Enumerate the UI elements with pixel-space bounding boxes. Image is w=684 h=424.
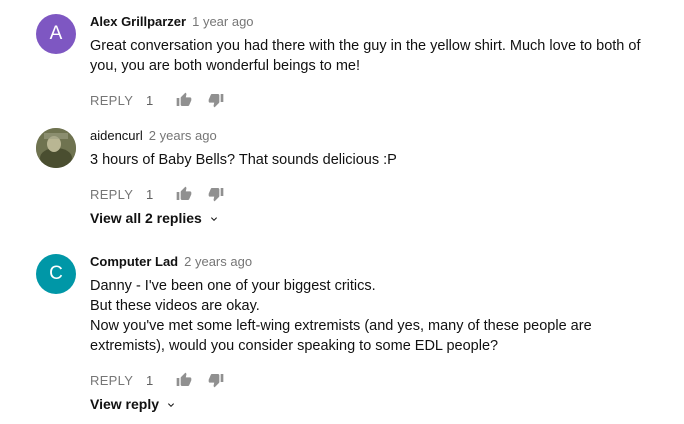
comment-text-line: Great conversation you had there with th…: [90, 38, 641, 54]
comment-text-line: you, you are both wonderful beings to me…: [90, 58, 361, 74]
reply-button[interactable]: REPLY: [90, 373, 146, 388]
thumbs-down-icon[interactable]: [208, 372, 224, 388]
comment-header: aidencurl 2 years ago: [90, 128, 664, 144]
comment-text: Great conversation you had there with th…: [90, 36, 664, 76]
comment-time[interactable]: 2 years ago: [184, 254, 252, 269]
comment-time[interactable]: 2 years ago: [149, 128, 217, 143]
author-name[interactable]: Alex Grillparzer: [90, 14, 186, 29]
avatar-photo-icon: [36, 128, 76, 168]
reply-button[interactable]: REPLY: [90, 93, 146, 108]
comment-time[interactable]: 1 year ago: [192, 14, 253, 29]
comment-text-line: extremists), would you consider speaking…: [90, 338, 499, 354]
comment-header: Alex Grillparzer 1 year ago: [90, 14, 664, 30]
avatar[interactable]: A: [36, 14, 76, 54]
thumbs-down-icon[interactable]: [208, 92, 224, 108]
thumbs-up-icon[interactable]: [176, 186, 192, 202]
thumbs-up-icon[interactable]: [176, 92, 192, 108]
avatar[interactable]: [36, 128, 76, 168]
chevron-down-icon: [208, 212, 220, 224]
avatar-letter: A: [49, 23, 63, 44]
author-name[interactable]: aidencurl: [90, 128, 143, 143]
comment-actions: REPLY 1: [90, 184, 664, 204]
view-all-replies-link[interactable]: View all 2 replies: [90, 210, 220, 226]
like-count: 1: [146, 372, 154, 388]
comment: aidencurl 2 years ago 3 hours of Baby Bel…: [0, 124, 684, 204]
view-reply-link[interactable]: View reply: [90, 396, 177, 412]
comment: C Computer Lad 2 years ago Danny - I've b…: [0, 250, 684, 390]
comment-actions: REPLY 1: [90, 370, 664, 390]
reply-button[interactable]: REPLY: [90, 187, 146, 202]
comment-header: Computer Lad 2 years ago: [90, 254, 664, 270]
like-count: 1: [146, 92, 154, 108]
comment-text: 3 hours of Baby Bells? That sounds delic…: [90, 150, 664, 170]
avatar-letter: C: [49, 263, 63, 284]
comment-text-line: 3 hours of Baby Bells? That sounds delic…: [90, 152, 397, 168]
comment-actions: REPLY 1: [90, 90, 664, 110]
avatar[interactable]: C: [36, 254, 76, 294]
comment: A Alex Grillparzer 1 year ago Great conve…: [0, 10, 684, 110]
thumbs-up-icon[interactable]: [176, 372, 192, 388]
like-count: 1: [146, 186, 154, 202]
chevron-down-icon: [165, 398, 177, 410]
view-all-replies-label: View all 2 replies: [90, 210, 202, 226]
comment-text: Danny - I've been one of your biggest cr…: [90, 276, 664, 356]
comment-text-line: But these videos are okay.: [90, 298, 260, 314]
comment-text-line: Now you've met some left-wing extremists…: [90, 318, 592, 334]
comment-text-line: Danny - I've been one of your biggest cr…: [90, 278, 376, 294]
author-name[interactable]: Computer Lad: [90, 254, 178, 269]
thumbs-down-icon[interactable]: [208, 186, 224, 202]
view-reply-label: View reply: [90, 396, 160, 412]
